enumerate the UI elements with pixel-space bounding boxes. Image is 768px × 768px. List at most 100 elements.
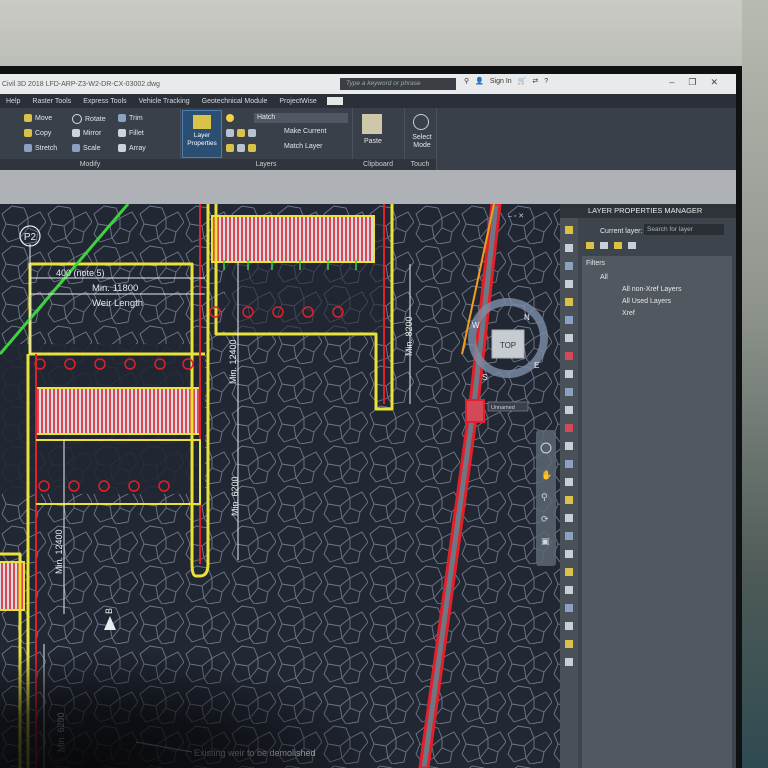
binoculars-icon[interactable]: ⚲ [464,77,469,85]
lpm-title: LAYER PROPERTIES MANAGER [560,204,736,218]
menu-geotechnical-module[interactable]: Geotechnical Module [196,98,274,105]
sign-in-button[interactable]: Sign In [490,78,512,85]
array-tool[interactable]: Array [118,144,146,152]
layer-properties-manager: LAYER PROPERTIES MANAGER Current layer: … [560,204,736,768]
layer-tools-icon[interactable] [226,144,256,152]
new-layer-icon[interactable] [586,242,594,249]
touch-panel: Select Mode Touch [404,108,437,170]
match-layer-tool[interactable]: Match Layer [284,143,323,150]
navigation-bar[interactable]: ✋ ⚲ ⟳ ▣ [536,430,556,566]
restore-icon[interactable]: ❐ [688,77,696,88]
menu-express-tools[interactable]: Express Tools [77,98,132,105]
layer-dropdown[interactable]: Hatch [254,113,348,123]
filter-all-used[interactable]: All Used Layers [622,298,671,305]
copy-tool[interactable]: Copy [24,129,51,137]
drawing-svg[interactable]: P2 400 (note 5) Min. 11800 Weir Length M… [0,204,560,768]
move-label: Move [35,114,53,122]
compass-e: E [534,361,539,370]
paste-label: Paste [364,138,382,145]
autocad-window: Civil 3D 2018 LFD-ARP-Z3-W2-DR-CX-03002.… [0,74,736,768]
minimize-icon[interactable]: – [669,77,674,88]
move-icon [24,114,32,122]
search-input[interactable]: Type a keyword or phrase [340,78,456,90]
filter-all[interactable]: All [600,274,608,281]
rotate-label: Rotate [85,115,106,123]
set-current-icon[interactable] [628,242,636,249]
filter-all-non-xref[interactable]: All non-Xref Layers [622,286,682,293]
delete-layer-icon[interactable] [614,242,622,249]
lpm-search-input[interactable]: Search for layer [644,224,724,235]
trim-label: Trim [129,114,143,122]
layer-properties-label: Layer Properties [187,132,217,147]
scale-tool[interactable]: Scale [72,144,101,152]
fillet-icon [118,129,126,137]
drawing-canvas[interactable]: P2 400 (note 5) Min. 11800 Weir Length M… [0,204,560,768]
lpm-current-layer-label: Current layer: [600,228,643,235]
layers-panel: Layer Properties Hatch Make Current Matc… [180,108,353,170]
exchange-icon[interactable]: ⇄ [532,77,538,85]
layer-properties-button[interactable]: Layer Properties [182,110,222,158]
move-tool[interactable]: Move [24,114,52,122]
file-tabs-strip [0,170,736,204]
showmotion-icon[interactable]: ▣ [541,537,550,547]
modify-panel: Move Rotate Trim Copy Mirror Fillet Stre… [0,108,181,170]
filter-xref[interactable]: Xref [622,310,635,317]
palette-tools[interactable] [560,204,578,768]
zoom-icon[interactable]: ⚲ [541,493,548,503]
trim-tool[interactable]: Trim [118,114,143,122]
mirror-tool[interactable]: Mirror [72,129,101,137]
layers-panel-label[interactable]: Layers [180,159,352,170]
stretch-tool[interactable]: Stretch [24,144,57,152]
rotate-tool[interactable]: Rotate [72,114,106,124]
cart-icon[interactable]: 🛒 [518,77,527,85]
palette-strip [560,204,578,768]
filters-heading: Filters [586,260,606,267]
select-mode-icon[interactable] [413,114,429,130]
copy-label: Copy [35,129,52,137]
window-controls: – ❐ ✕ [669,77,718,88]
ucs-label: Unnamed [491,405,515,411]
lpm-filter-tree: Filters All All non-Xref Layers All Used… [582,256,732,768]
compass-n: N [524,313,530,322]
menu-projectwise[interactable]: ProjectWise [273,98,322,105]
rotate-icon [72,114,82,124]
stretch-icon [24,144,32,152]
scale-label: Scale [83,144,101,152]
bulb-icon[interactable] [226,114,234,122]
mirror-icon [72,129,80,137]
title-bar-tools: ⚲ 👤 Sign In 🛒 ⇄ ? [464,77,548,86]
ribbon: Move Rotate Trim Copy Mirror Fillet Stre… [0,108,736,170]
pan-icon[interactable]: ✋ [541,469,552,481]
background-right [742,0,768,768]
make-current-tool[interactable]: Make Current [284,128,326,135]
min-12400-label-a: Min. 12400 [228,339,238,384]
fillet-tool[interactable]: Fillet [118,129,144,137]
layer-properties-icon [193,115,211,129]
menu-raster-tools[interactable]: Raster Tools [26,98,77,105]
modify-panel-label[interactable]: Modify [0,159,180,170]
min-12400-label-b: Min. 12400 [54,529,64,574]
mirror-label: Mirror [83,129,102,137]
paste-button[interactable]: Paste [364,138,382,145]
stretch-label: Stretch [35,144,58,152]
new-vp-layer-icon[interactable] [600,242,608,249]
menu-help[interactable]: Help [0,98,26,105]
user-icon[interactable]: 👤 [475,77,484,85]
trim-icon [118,114,126,122]
fillet-label: Fillet [129,129,144,137]
weir-length-label: Weir Length [92,298,143,309]
paste-icon[interactable] [362,114,382,134]
help-icon[interactable]: ? [544,78,548,85]
menu-bar: Help Raster Tools Express Tools Vehicle … [0,94,736,108]
copy-icon [24,129,32,137]
title-bar: Civil 3D 2018 LFD-ARP-Z3-W2-DR-CX-03002.… [0,74,736,94]
layer-state-icon[interactable] [226,129,256,137]
ribbon-toggle-icon[interactable] [326,97,343,105]
menu-vehicle-tracking[interactable]: Vehicle Tracking [133,98,196,105]
min-6200-label-a: Min. 6200 [230,476,240,516]
select-mode-button[interactable]: Select Mode [408,134,436,150]
close-icon[interactable]: ✕ [710,77,718,88]
lpm-toolbar [586,242,636,249]
clipboard-panel: Paste Clipboard [352,108,405,170]
orbit-icon[interactable]: ⟳ [541,515,549,525]
